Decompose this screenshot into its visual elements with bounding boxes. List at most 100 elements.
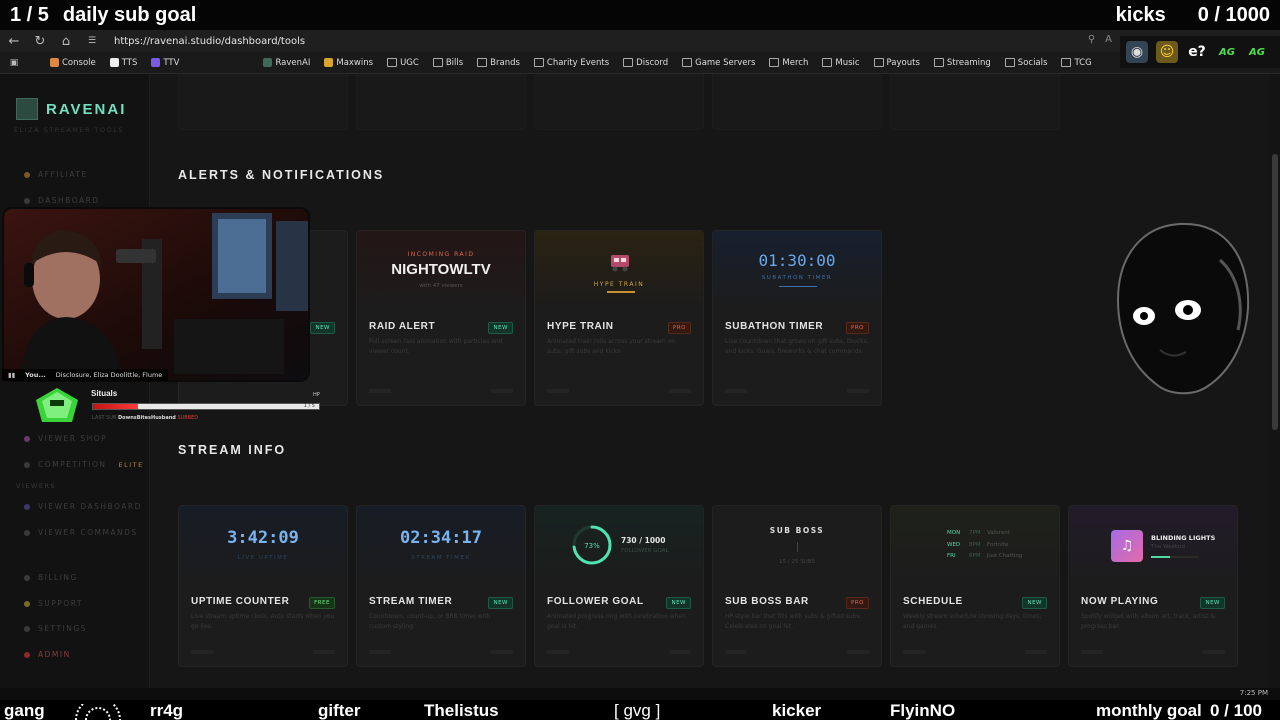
badge: NEW	[488, 322, 513, 334]
ticker-item: gang	[4, 701, 45, 720]
card-footer	[369, 650, 513, 658]
stream-overlay-top: 1 / 5 daily sub goal kicks 0 / 1000	[0, 0, 1280, 30]
back-icon[interactable]: ←	[6, 34, 22, 49]
boss-hp-bar: 1 / 5	[92, 403, 320, 410]
sub-goal-counter: 1 / 5	[10, 3, 49, 26]
bookmark-maxwins[interactable]: Maxwins	[324, 58, 373, 68]
elite-tag: ELITE	[118, 460, 144, 469]
bookmark-folder-payouts[interactable]: Payouts	[873, 58, 920, 68]
widget-card-follower-goal[interactable]: 73% 730 / 1000 FOLLOWER GOAL FOLLOWER GO…	[534, 505, 704, 667]
bookmark-tts[interactable]: TTS	[109, 58, 137, 68]
card-footer	[547, 389, 691, 397]
schedule-list: MON 7PM Valorant WED 8PM Fortnite FRI 6PM Just…	[947, 528, 1022, 563]
emote-5: AG	[1249, 46, 1265, 58]
widget-card-stream-timer[interactable]: 02:34:17 STREAM TIMER STREAM TIMER NEW C…	[356, 505, 526, 667]
card-title: UPTIME COUNTER	[191, 596, 290, 607]
widget-card[interactable]	[712, 74, 882, 130]
ticker-sun-icon	[75, 704, 121, 720]
widget-card-raid-alert[interactable]: INCOMING RAID NIGHTOWLTV with 47 viewers…	[356, 230, 526, 406]
sidebar-item-billing[interactable]: BILLING	[24, 573, 78, 582]
bookmark-folder-merch[interactable]: Merch	[769, 58, 808, 68]
brand-logo[interactable]: RAVENAI	[16, 98, 126, 120]
bookmark-folder-ugc[interactable]: UGC	[387, 58, 419, 68]
caption-equalizer-icon: ▮▮	[8, 371, 16, 379]
tab-list-icon[interactable]: ▣	[6, 58, 22, 68]
subathon-preview: 01:30:00 SUBATHON TIMER	[713, 231, 881, 309]
browser-toolbar: ← ↻ ⌂ ☰ https://ravenai.studio/dashboard…	[0, 30, 1280, 52]
follower-goal-label: FOLLOWER GOAL	[621, 548, 669, 554]
os-taskbar: 7:25 PM	[0, 688, 1280, 700]
widget-card-subathon-timer[interactable]: 01:30:00 SUBATHON TIMER SUBATHON TIMER P…	[712, 230, 882, 406]
card-description: Live countdown that grows on gift subs, …	[725, 338, 869, 355]
boss-hp-label: HP	[313, 392, 320, 398]
bookmark-ttv[interactable]: TTV	[151, 58, 179, 68]
bookmark-folder-bills[interactable]: Bills	[432, 58, 463, 68]
hype-preview: HYPE TRAIN	[535, 231, 703, 309]
sidebar-item-support[interactable]: SUPPORT	[24, 599, 83, 608]
card-description: Weekly stream schedule showing days, tim…	[903, 613, 1042, 630]
widget-card[interactable]	[356, 74, 526, 130]
emote-1-icon: ◉	[1126, 41, 1148, 63]
hype-label: HYPE TRAIN	[593, 281, 645, 288]
bookmark-folder-socials[interactable]: Socials	[1004, 58, 1047, 68]
card-title: FOLLOWER GOAL	[547, 596, 644, 607]
widget-card[interactable]	[178, 74, 348, 130]
bookmark-folder-music[interactable]: Music	[822, 58, 860, 68]
widget-card-uptime-counter[interactable]: 3:42:09 LIVE UPTIME UPTIME COUNTER FREE …	[178, 505, 348, 667]
page-scrollbar[interactable]	[1270, 74, 1280, 688]
widget-card-sub-boss-bar[interactable]: SUB BOSS 15 / 25 SUBS SUB BOSS BAR PRO H…	[712, 505, 882, 667]
sidebar-item-viewer-shop[interactable]: VIEWER SHOP	[24, 434, 107, 443]
bookmark-folder-discord[interactable]: Discord	[623, 58, 668, 68]
scrollbar-thumb[interactable]	[1272, 154, 1278, 430]
schedule-row: WED 8PM Fortnite	[947, 541, 1009, 548]
site-info-icon[interactable]: ☰	[84, 36, 100, 46]
stream-ticker: gang rr4g gifter Thelistus [ gvg ] kicke…	[0, 700, 1280, 720]
ticker-item: gifter	[318, 701, 361, 720]
sidebar-item-admin[interactable]: ADMIN	[24, 650, 71, 659]
card-footer	[547, 650, 691, 658]
address-bar[interactable]: https://ravenai.studio/dashboard/tools	[114, 36, 305, 47]
bookmark-folder-brands[interactable]: Brands	[477, 58, 520, 68]
home-icon[interactable]: ⌂	[58, 34, 74, 49]
sub-boss-count: 15 / 25 SUBS	[779, 559, 815, 565]
sidebar-item-affiliate[interactable]: AFFILIATE	[24, 170, 88, 179]
brand-name: RAVENAI	[46, 100, 127, 118]
read-aloud-icon[interactable]: A	[1105, 34, 1112, 45]
widget-card-hype-train[interactable]: HYPE TRAIN HYPE TRAIN PRO Animated train…	[534, 230, 704, 406]
badge: NEW	[310, 322, 335, 334]
sidebar-item-viewer-commands[interactable]: VIEWER COMMANDS	[24, 528, 138, 537]
follower-goal-preview: 73% 730 / 1000 FOLLOWER GOAL	[535, 506, 703, 584]
reload-icon[interactable]: ↻	[32, 34, 48, 49]
raid-viewers: with 47 viewers	[419, 283, 463, 289]
sidebar-item-dashboard[interactable]: DASHBOARD	[24, 196, 100, 205]
bookmarks-bar: ▣ Console TTS TTV RavenAI Maxwins UGC Bi…	[0, 52, 1280, 74]
card-description: Countdown, count-up, or BRB timer with c…	[369, 613, 491, 630]
follower-goal-percent: 73%	[584, 542, 600, 550]
bookmark-ravenai[interactable]: RavenAI	[263, 58, 310, 68]
card-description: Animated train rolls across your stream …	[547, 338, 676, 355]
bookmark-folder-tcg[interactable]: TCG	[1061, 58, 1092, 68]
bookmark-console[interactable]: Console	[50, 58, 96, 68]
mask-avatar-icon	[1116, 222, 1250, 395]
sidebar-item-settings[interactable]: SETTINGS	[24, 624, 87, 633]
zoom-icon[interactable]: ⚲	[1088, 34, 1095, 45]
sidebar-item-viewer-dashboard[interactable]: VIEWER DASHBOARD	[24, 502, 142, 511]
bookmark-folder-game-servers[interactable]: Game Servers	[682, 58, 755, 68]
widget-card-schedule[interactable]: MON 7PM Valorant WED 8PM Fortnite FRI 6PM Just…	[890, 505, 1060, 667]
widget-card[interactable]	[890, 74, 1060, 130]
train-icon	[611, 255, 629, 272]
schedule-preview: MON 7PM Valorant WED 8PM Fortnite FRI 6PM Just…	[891, 506, 1059, 584]
card-footer	[369, 389, 513, 397]
ticker-item: Thelistus	[424, 701, 499, 720]
bookmark-folder-charity[interactable]: Charity Events	[533, 58, 609, 68]
raven-logo-icon	[16, 98, 38, 120]
widget-card-now-playing[interactable]: ♫ BLINDING LIGHTS The Weeknd NOW PLAYING…	[1068, 505, 1238, 667]
subathon-label: SUBATHON TIMER	[761, 275, 833, 281]
now-playing-track: BLINDING LIGHTS	[1151, 534, 1216, 542]
bookmark-folder-streaming[interactable]: Streaming	[933, 58, 991, 68]
sidebar-item-competition[interactable]: COMPETITION ELITE	[24, 460, 144, 469]
boss-gem-icon	[36, 388, 78, 422]
card-footer	[903, 650, 1047, 658]
badge: PRO	[668, 322, 691, 334]
widget-card[interactable]	[534, 74, 704, 130]
